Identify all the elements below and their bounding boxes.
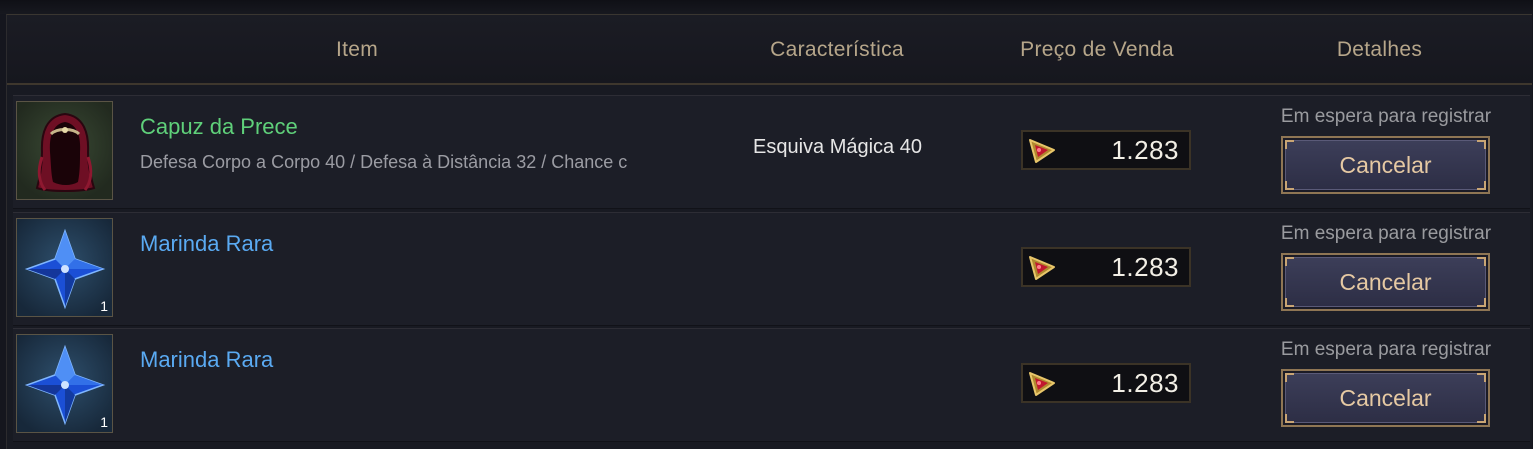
cancel-button[interactable]: Cancelar [1281, 253, 1490, 311]
price-box: 1.283 [1021, 247, 1191, 287]
currency-gem-icon [1029, 256, 1055, 280]
item-name: Marinda Rara [140, 347, 274, 372]
item-quantity: 1 [100, 414, 108, 430]
status-text: Em espera para registrar [1280, 339, 1492, 360]
cancel-button-label: Cancelar [1339, 269, 1432, 295]
price-value: 1.283 [1111, 368, 1179, 398]
table-header: Item Característica Preço de Venda Detal… [7, 15, 1532, 85]
status-text: Em espera para registrar [1280, 106, 1492, 127]
item-name: Capuz da Prece [140, 114, 298, 139]
blue-crystal-icon [24, 344, 106, 426]
item-quantity: 1 [100, 298, 108, 314]
price-box: 1.283 [1021, 363, 1191, 403]
status-text: Em espera para registrar [1280, 223, 1492, 244]
sale-list-panel: Item Característica Preço de Venda Detal… [6, 14, 1532, 449]
cancel-button-label: Cancelar [1339, 385, 1432, 411]
price-value: 1.283 [1111, 252, 1179, 282]
price-box: 1.283 [1021, 130, 1191, 170]
cancel-button[interactable]: Cancelar [1281, 369, 1490, 427]
item-feature: Esquiva Mágica 40 [753, 136, 922, 158]
item-slot[interactable]: 1 [16, 334, 113, 433]
cancel-button[interactable]: Cancelar [1281, 136, 1490, 194]
header-item: Item [335, 38, 379, 61]
price-value: 1.283 [1111, 135, 1179, 165]
item-slot[interactable]: 1 [16, 218, 113, 317]
item-description: Defesa Corpo a Corpo 40 / Defesa à Distâ… [140, 152, 628, 172]
item-slot[interactable] [16, 101, 113, 200]
top-strip [0, 0, 1533, 14]
header-sale-price: Preço de Venda [1020, 38, 1174, 61]
item-name: Marinda Rara [140, 231, 274, 256]
currency-gem-icon [1029, 372, 1055, 396]
currency-gem-icon [1029, 139, 1055, 163]
cancel-button-label: Cancelar [1339, 152, 1432, 178]
hood-icon [35, 112, 96, 192]
header-feature: Característica [770, 38, 904, 61]
table-row[interactable]: Capuz da Prece Defesa Corpo a Corpo 40 /… [13, 95, 1530, 209]
table-row[interactable]: 1 Marinda Rara 1.283 Em espera para regi… [13, 212, 1530, 326]
table-row[interactable]: 1 Marinda Rara 1.283 Em espera para regi… [13, 328, 1530, 442]
header-details: Detalhes [1336, 38, 1423, 61]
blue-crystal-icon [24, 228, 106, 310]
